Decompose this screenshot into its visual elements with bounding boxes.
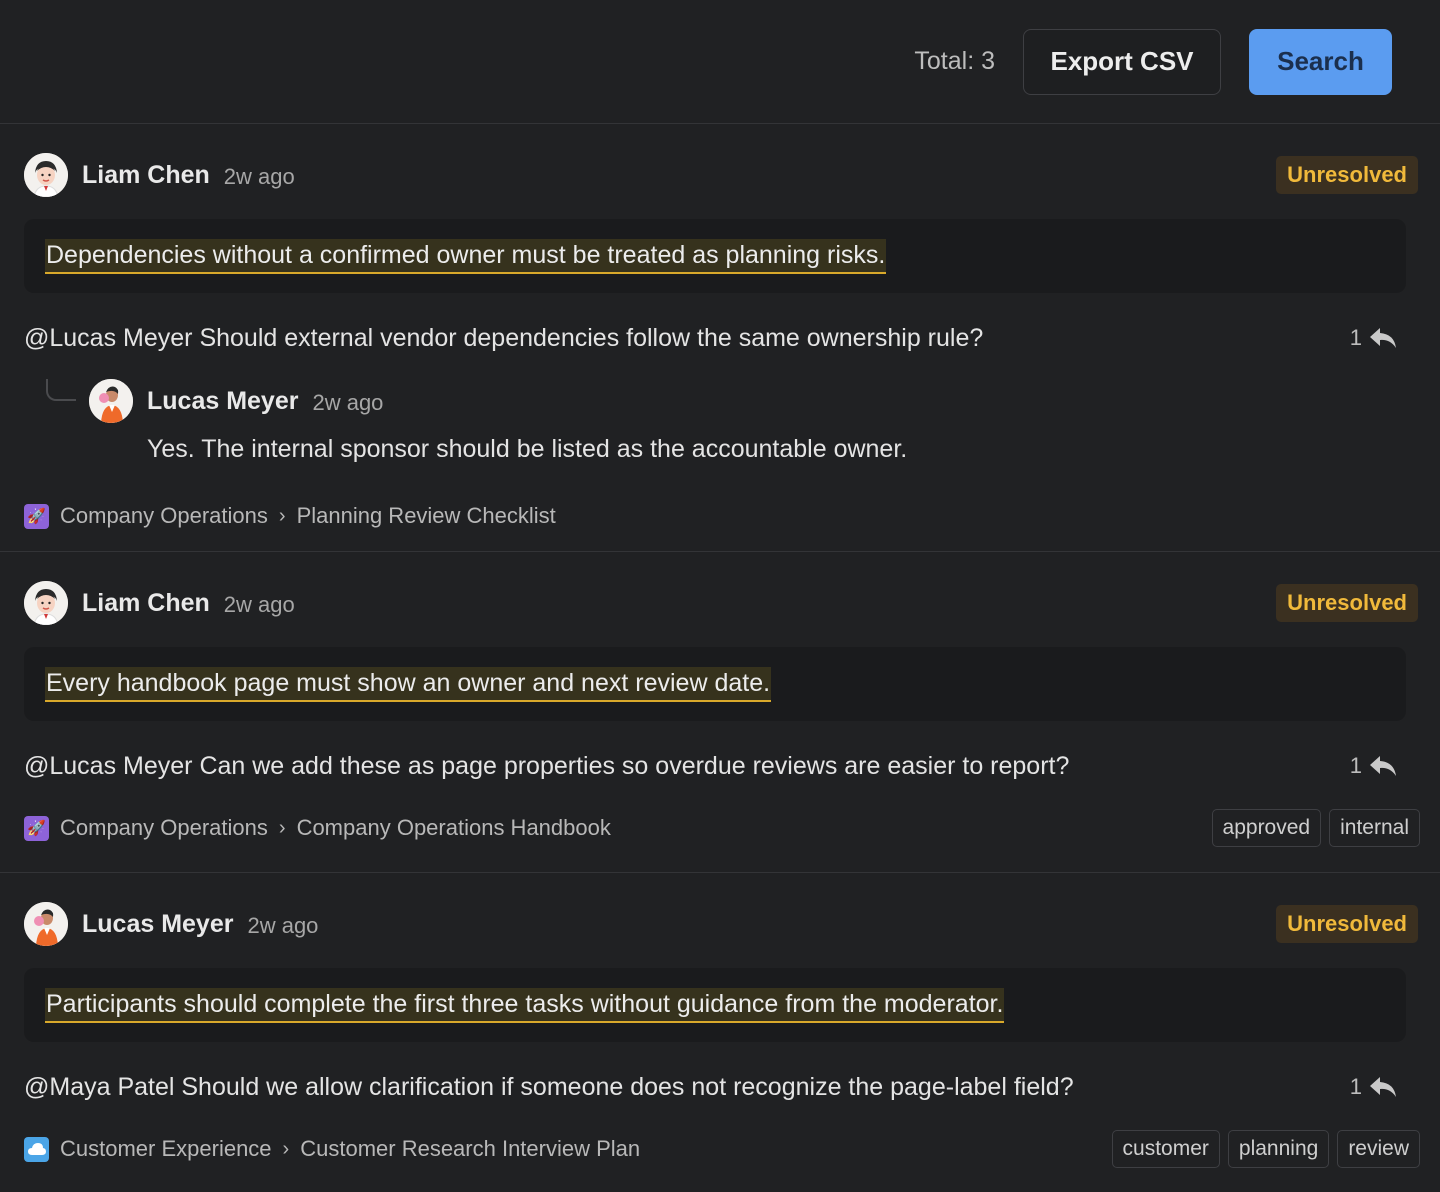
search-button[interactable]: Search xyxy=(1249,28,1392,95)
highlighted-quote: Dependencies without a confirmed owner m… xyxy=(45,238,887,274)
status-badge[interactable]: Unresolved xyxy=(1276,156,1418,194)
reply: Lucas Meyer 2w ago Yes. The internal spo… xyxy=(24,379,1406,464)
space-link[interactable]: Company Operations xyxy=(60,815,268,841)
reply-author[interactable]: Lucas Meyer xyxy=(147,387,298,416)
person-avatar-icon xyxy=(24,153,68,197)
rocket-icon: 🚀 xyxy=(24,815,49,841)
comment-time: 2w ago xyxy=(223,591,295,617)
reply-header: Lucas Meyer 2w ago xyxy=(89,379,1406,423)
chevron-right-icon: › xyxy=(282,1137,290,1160)
comment-author[interactable]: Liam Chen xyxy=(82,161,210,190)
rocket-icon: 🚀 xyxy=(24,503,49,529)
chevron-right-icon: › xyxy=(278,816,286,839)
reply-count-button[interactable]: 1 xyxy=(1350,1074,1398,1100)
page-path: 🚀 Company Operations › Company Operation… xyxy=(24,808,1420,848)
avatar-liam-chen[interactable] xyxy=(24,153,68,197)
reply-count: 1 xyxy=(1349,753,1362,778)
avatar-lucas-meyer[interactable] xyxy=(89,379,133,423)
page-link[interactable]: Planning Review Checklist xyxy=(297,503,556,529)
comment-author[interactable]: Lucas Meyer xyxy=(82,910,233,939)
page-link[interactable]: Company Operations Handbook xyxy=(297,815,611,841)
reply-time: 2w ago xyxy=(312,389,384,415)
page-labels: customer planning review xyxy=(1111,1130,1420,1168)
reply-count-button[interactable]: 1 xyxy=(1350,325,1398,351)
comment-thread: Liam Chen 2w ago Unresolved Every handbo… xyxy=(0,552,1440,873)
comment-thread: Lucas Meyer 2w ago Unresolved Participan… xyxy=(0,873,1440,1191)
quoted-text-box[interactable]: Participants should complete the first t… xyxy=(24,968,1406,1042)
page-path: Customer Experience › Customer Research … xyxy=(24,1129,1420,1169)
page-path: 🚀 Company Operations › Planning Review C… xyxy=(24,496,1406,536)
reply-connector xyxy=(46,379,76,401)
page-labels: approved internal xyxy=(1211,809,1420,847)
reply-count: 1 xyxy=(1349,325,1362,350)
comment-time: 2w ago xyxy=(247,912,319,938)
export-csv-button[interactable]: Export CSV xyxy=(1023,28,1221,95)
reply-body: Yes. The internal sponsor should be list… xyxy=(147,435,908,463)
reply-arrow-icon xyxy=(1370,1077,1396,1097)
comment-thread: Liam Chen 2w ago Unresolved Dependencies… xyxy=(0,124,1440,552)
cloud-shape xyxy=(27,1143,46,1155)
highlighted-quote: Every handbook page must show an owner a… xyxy=(45,666,772,702)
comment-author[interactable]: Liam Chen xyxy=(82,589,210,618)
highlighted-quote: Participants should complete the first t… xyxy=(45,987,1005,1023)
total-count: Total: 3 xyxy=(914,47,995,75)
comment-body: @Maya Patel Should we allow clarificatio… xyxy=(24,1072,1074,1101)
reply-count: 1 xyxy=(1349,1074,1362,1099)
person-avatar-icon xyxy=(24,581,68,625)
avatar-liam-chen[interactable] xyxy=(24,581,68,625)
reply-arrow-icon xyxy=(1370,756,1396,776)
page-label[interactable]: approved xyxy=(1211,809,1322,847)
page-label[interactable]: review xyxy=(1337,1130,1420,1168)
page-link[interactable]: Customer Research Interview Plan xyxy=(300,1136,640,1162)
comment-row: @Lucas Meyer Can we add these as page pr… xyxy=(24,751,1406,781)
page-label[interactable]: customer xyxy=(1111,1130,1220,1168)
thread-header: Lucas Meyer 2w ago Unresolved xyxy=(24,902,1418,946)
quoted-text-box[interactable]: Every handbook page must show an owner a… xyxy=(24,647,1406,721)
comment-row: @Lucas Meyer Should external vendor depe… xyxy=(24,323,1406,353)
comment-body: @Lucas Meyer Should external vendor depe… xyxy=(24,323,984,352)
thread-header: Liam Chen 2w ago Unresolved xyxy=(24,153,1418,197)
comment-body: @Lucas Meyer Can we add these as page pr… xyxy=(24,751,1070,780)
status-badge[interactable]: Unresolved xyxy=(1276,905,1418,943)
comment-time: 2w ago xyxy=(223,163,295,189)
toolbar: Total: 3 Export CSV Search xyxy=(0,0,1440,124)
chevron-right-icon: › xyxy=(278,504,286,527)
reply-arrow-icon xyxy=(1370,328,1396,348)
thread-header: Liam Chen 2w ago Unresolved xyxy=(24,581,1418,625)
person-avatar-icon xyxy=(89,379,133,423)
page-label[interactable]: internal xyxy=(1329,809,1420,847)
space-link[interactable]: Company Operations xyxy=(60,503,268,529)
reply-count-button[interactable]: 1 xyxy=(1350,753,1398,779)
page-label[interactable]: planning xyxy=(1227,1130,1330,1168)
person-avatar-icon xyxy=(24,902,68,946)
avatar-lucas-meyer[interactable] xyxy=(24,902,68,946)
comment-row: @Maya Patel Should we allow clarificatio… xyxy=(24,1072,1406,1102)
quoted-text-box[interactable]: Dependencies without a confirmed owner m… xyxy=(24,219,1406,293)
space-link[interactable]: Customer Experience xyxy=(60,1136,272,1162)
cloud-icon xyxy=(24,1136,49,1162)
status-badge[interactable]: Unresolved xyxy=(1276,584,1418,622)
